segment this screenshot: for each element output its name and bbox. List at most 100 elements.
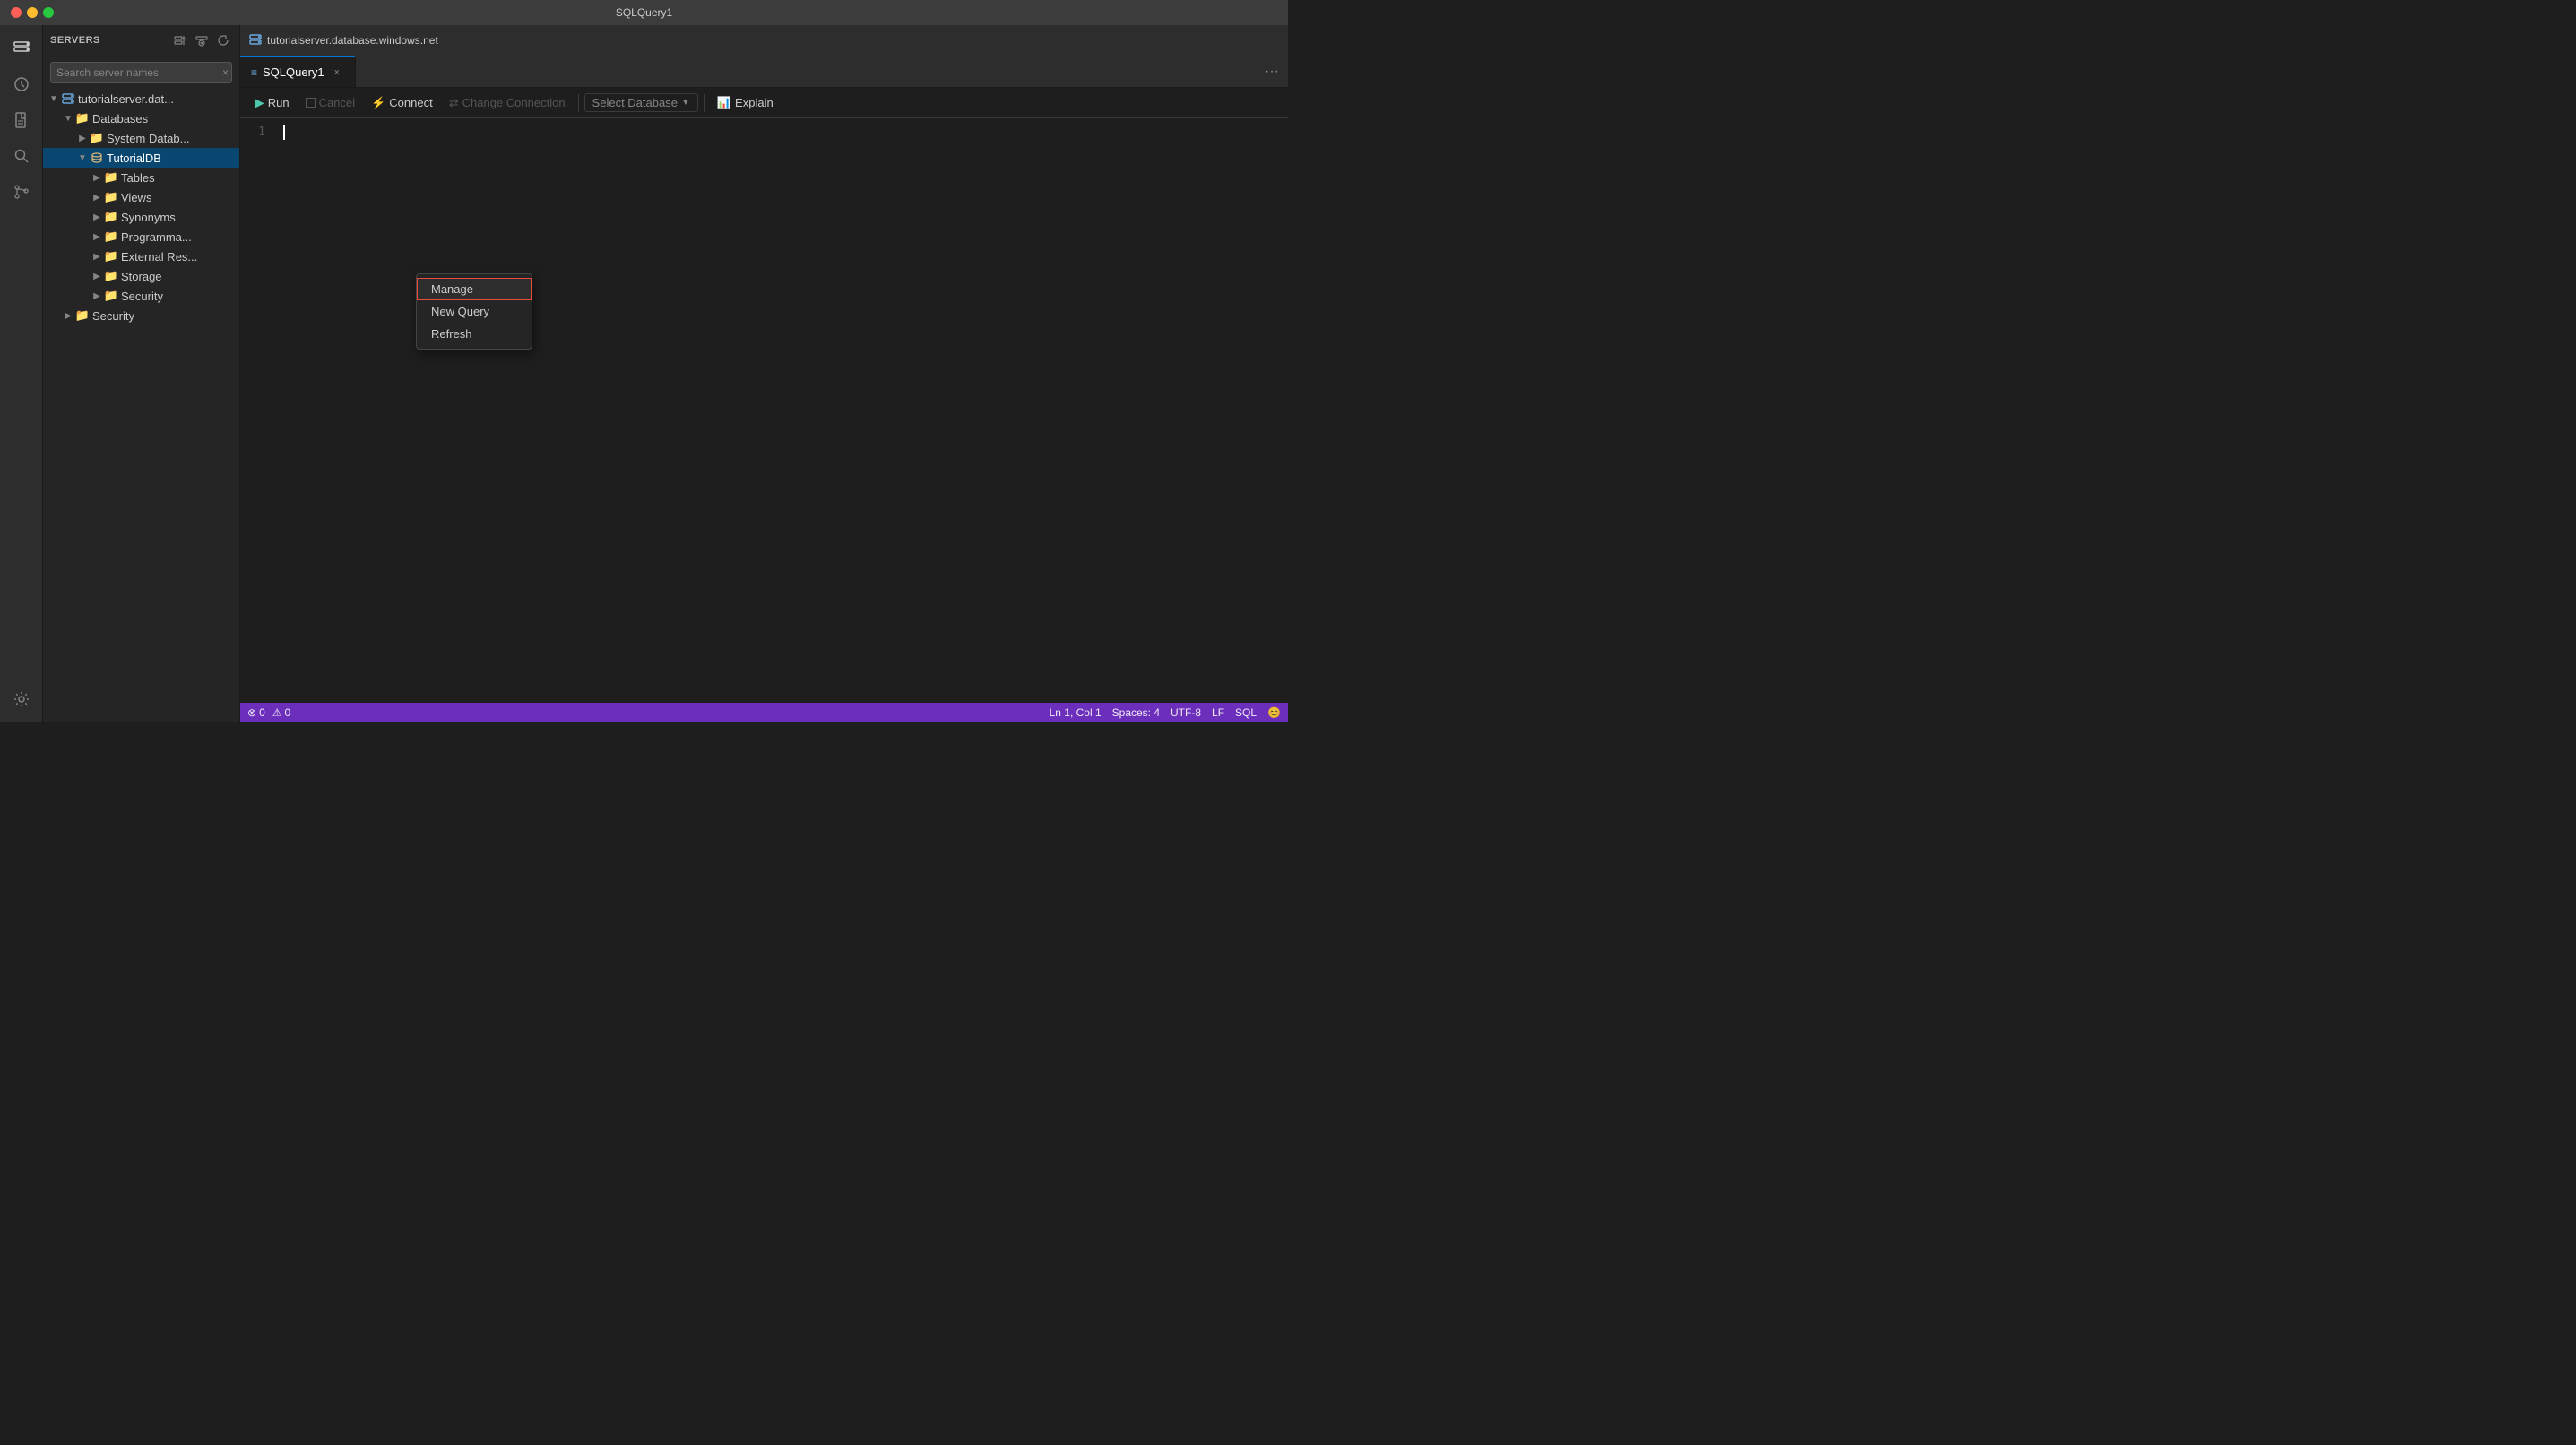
tables-folder[interactable]: ▶ 📁 Tables <box>43 168 239 187</box>
git-activity-icon[interactable] <box>5 176 38 208</box>
connect-label: Connect <box>389 96 432 109</box>
status-smiley[interactable]: 😊 <box>1267 706 1281 719</box>
security-db-folder[interactable]: ▶ 📁 Security <box>43 286 239 306</box>
toolbar-separator-2 <box>704 94 705 112</box>
programmability-label: Programma... <box>118 230 236 244</box>
explain-button[interactable]: 📊 Explain <box>710 93 781 113</box>
change-connection-icon: ⇄ <box>449 96 459 110</box>
tutorialdb-node[interactable]: ▼ TutorialDB <box>43 148 239 168</box>
minimize-button[interactable] <box>27 7 38 18</box>
window-title: SQLQuery1 <box>616 6 672 19</box>
cursor-line <box>283 125 1281 140</box>
security-server-label: Security <box>90 309 236 323</box>
tutorialdb-label: TutorialDB <box>104 151 236 165</box>
system-databases-label: System Datab... <box>104 132 236 145</box>
status-spaces[interactable]: Spaces: 4 <box>1112 706 1160 719</box>
security-server-icon: 📁 <box>75 308 90 323</box>
status-line-col[interactable]: Ln 1, Col 1 <box>1050 706 1102 719</box>
toolbar-separator <box>578 94 579 112</box>
tab-sql-icon: ≡ <box>251 66 257 79</box>
system-databases-chevron: ▶ <box>75 134 90 143</box>
server-chevron: ▼ <box>47 94 61 104</box>
new-query-label: New Query <box>431 305 489 318</box>
search-clear-icon[interactable]: × <box>222 66 229 79</box>
cancel-button[interactable]: Cancel <box>298 93 362 112</box>
tab-close-button[interactable]: × <box>330 65 344 80</box>
databases-folder-icon: 📁 <box>75 111 90 125</box>
synonyms-chevron: ▶ <box>90 212 104 222</box>
context-menu-refresh[interactable]: Refresh <box>417 323 532 345</box>
search-activity-icon[interactable] <box>5 140 38 172</box>
manage-label: Manage <box>431 282 473 296</box>
status-warnings[interactable]: ⚠ 0 <box>272 706 290 719</box>
context-menu-manage[interactable]: Manage <box>417 278 532 300</box>
editor-content[interactable] <box>276 118 1288 703</box>
select-database-dropdown[interactable]: Select Database ▼ <box>584 93 698 112</box>
editor-area: 1 Manage New Query Refresh <box>240 118 1288 703</box>
external-resources-folder[interactable]: ▶ 📁 External Res... <box>43 247 239 266</box>
add-server-icon[interactable] <box>193 31 211 49</box>
tables-label: Tables <box>118 171 236 185</box>
views-chevron: ▶ <box>90 193 104 203</box>
activity-bar <box>0 25 43 722</box>
context-menu-new-query[interactable]: New Query <box>417 300 532 323</box>
external-resources-label: External Res... <box>118 250 236 264</box>
sidebar-header-label: SERVERS <box>50 35 100 46</box>
refresh-label: Refresh <box>431 327 472 341</box>
tab-bar: ≡ SQLQuery1 × ··· <box>240 56 1288 88</box>
status-errors[interactable]: ⊗ 0 <box>247 706 265 719</box>
error-count: 0 <box>259 706 265 719</box>
search-input[interactable] <box>50 62 232 83</box>
maximize-button[interactable] <box>43 7 54 18</box>
servers-activity-icon[interactable] <box>5 32 38 65</box>
status-right: Ln 1, Col 1 Spaces: 4 UTF-8 LF SQL 😊 <box>1050 706 1281 719</box>
synonyms-folder[interactable]: ▶ 📁 Synonyms <box>43 207 239 227</box>
connection-tab: tutorialserver.database.windows.net <box>240 25 1288 56</box>
tab-label: SQLQuery1 <box>263 65 324 79</box>
refresh-sidebar-icon[interactable] <box>214 31 232 49</box>
security-db-icon: 📁 <box>104 289 118 303</box>
history-activity-icon[interactable] <box>5 68 38 100</box>
cancel-label: Cancel <box>319 96 355 109</box>
sidebar-header: SERVERS <box>43 25 239 56</box>
run-button[interactable]: ▶ Run <box>247 92 297 113</box>
sql-query-tab[interactable]: ≡ SQLQuery1 × <box>240 56 356 87</box>
external-resources-chevron: ▶ <box>90 252 104 262</box>
settings-activity-icon[interactable] <box>5 683 38 715</box>
system-databases-folder[interactable]: ▶ 📁 System Datab... <box>43 128 239 148</box>
security-db-label: Security <box>118 290 236 303</box>
close-button[interactable] <box>11 7 22 18</box>
databases-folder[interactable]: ▼ 📁 Databases <box>43 108 239 128</box>
status-line-ending[interactable]: LF <box>1212 706 1224 719</box>
server-node[interactable]: ▼ tutorialserver.dat... <box>43 89 239 108</box>
change-connection-button[interactable]: ⇄ Change Connection <box>442 93 573 113</box>
views-icon: 📁 <box>104 190 118 204</box>
status-encoding[interactable]: UTF-8 <box>1171 706 1201 719</box>
connect-icon: ⚡ <box>371 96 385 110</box>
status-bar: ⊗ 0 ⚠ 0 Ln 1, Col 1 Spaces: 4 UTF-8 LF S… <box>240 703 1288 722</box>
new-connection-icon[interactable] <box>171 31 189 49</box>
connect-button[interactable]: ⚡ Connect <box>364 93 440 113</box>
error-icon: ⊗ <box>247 706 256 719</box>
storage-label: Storage <box>118 270 236 283</box>
status-language[interactable]: SQL <box>1235 706 1257 719</box>
cancel-icon <box>306 98 316 108</box>
search-box: × <box>50 62 232 83</box>
new-file-activity-icon[interactable] <box>5 104 38 136</box>
storage-folder[interactable]: ▶ 📁 Storage <box>43 266 239 286</box>
views-label: Views <box>118 191 236 204</box>
run-label: Run <box>268 96 290 109</box>
titlebar: SQLQuery1 <box>0 0 1288 25</box>
tab-more-button[interactable]: ··· <box>1256 56 1288 87</box>
select-database-label: Select Database <box>592 96 678 109</box>
security-server-folder[interactable]: ▶ 📁 Security <box>43 306 239 325</box>
programmability-folder[interactable]: ▶ 📁 Programma... <box>43 227 239 247</box>
connection-server-icon <box>249 33 262 48</box>
toolbar: ▶ Run Cancel ⚡ Connect ⇄ Change Connecti… <box>240 88 1288 118</box>
views-folder[interactable]: ▶ 📁 Views <box>43 187 239 207</box>
security-server-chevron: ▶ <box>61 311 75 321</box>
tutorialdb-chevron: ▼ <box>75 153 90 163</box>
server-icon <box>61 92 75 105</box>
external-resources-icon: 📁 <box>104 249 118 264</box>
warning-count: 0 <box>285 706 291 719</box>
